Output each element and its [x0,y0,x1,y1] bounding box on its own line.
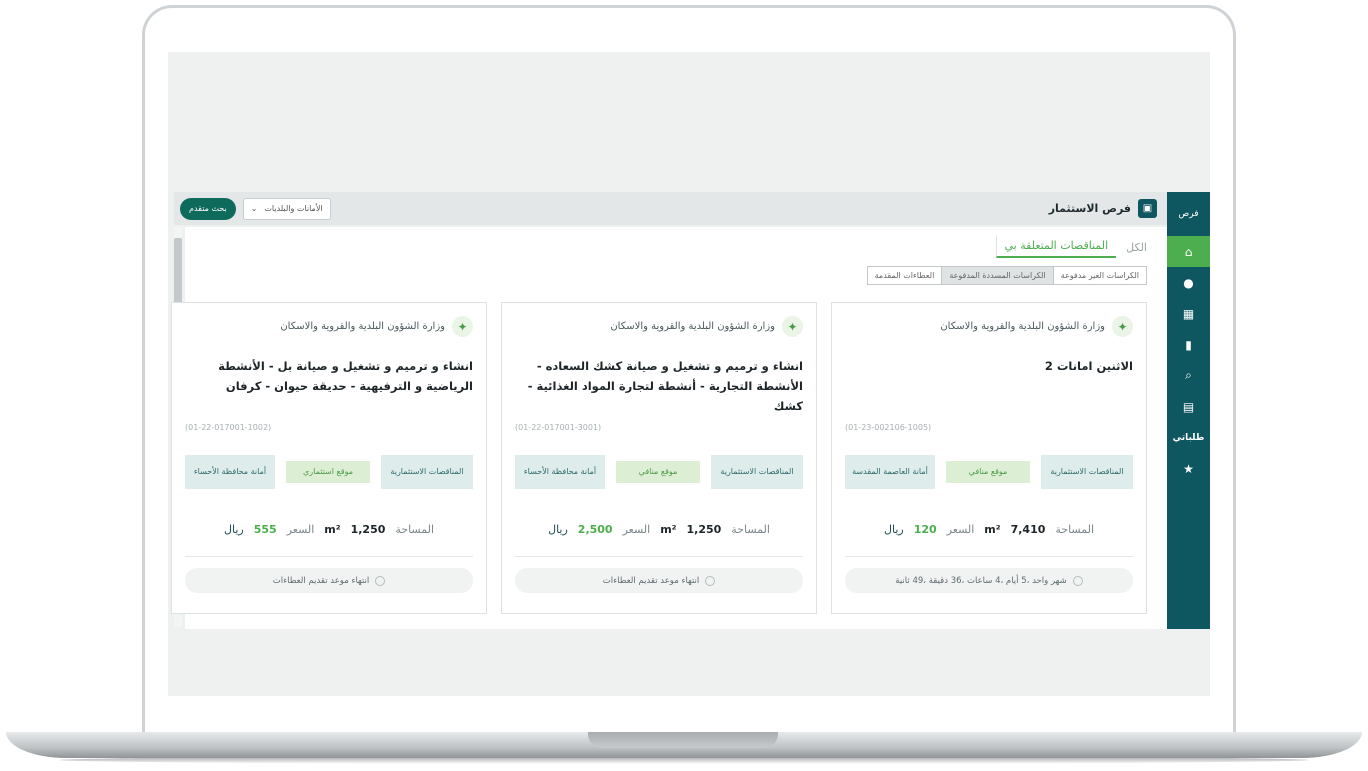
agency-name: وزارة الشؤون البلدية والقروية والاسكان [610,321,775,332]
opportunity-card[interactable]: ✦ وزارة الشؤون البلدية والقروية والاسكان … [831,302,1147,614]
price-value: 555 [253,523,277,536]
deadline-pill: انتهاء موعد تقديم العطاءات [515,568,803,593]
ministry-emblem-icon: ✦ [782,316,803,337]
divider [845,556,1133,557]
card-stats: المساحة 1,250 m² السعر 2,500 ريال [502,523,816,536]
area-label: المساحة [1055,523,1095,536]
clock-icon [1072,575,1083,586]
document-icon: ▤ [1182,399,1195,414]
filter-paid[interactable]: الكراسات المسددة المدفوعة [941,267,1053,284]
search-icon: ⌕ [1185,368,1192,382]
currency: ريال [884,523,904,536]
tag-region: أمانة العاصمة المقدسة [845,455,935,489]
deadline-pill: انتهاء موعد تقديم العطاءات [185,568,473,593]
tag-type: المناقصات الاستثمارية [381,455,473,489]
card-code: (01-22-017001-1002) [185,423,272,432]
currency: ريال [224,523,244,536]
bar-chart-icon: ▮ [1185,337,1192,352]
briefcase-icon: ▣ [1138,199,1157,218]
sidebar-item-favorites[interactable]: ★ [1167,453,1210,484]
area-label: المساحة [395,523,435,536]
sidebar-item-search[interactable]: ⌕ [1167,360,1210,391]
sidebar-item-document[interactable]: ▤ [1167,391,1210,422]
clock-icon [705,575,716,586]
card-title[interactable]: الاثنين امانات 2 [844,356,1133,376]
tab-my-tenders[interactable]: المناقصات المتعلقة بي [995,235,1117,258]
card-code: (01-22-017001-3001) [515,423,602,432]
tag-kind: موقع استثماري [286,461,370,483]
deadline-text: شهر واحد ،5 أيام ،4 ساعات ،36 دقيقة ،49 … [895,575,1067,586]
card-title[interactable]: انشاء و ترميم و تشغيل و صيانة كشك السعاد… [514,356,803,416]
card-stats: المساحة 1,250 m² السعر 555 ريال [172,523,486,536]
logo: فرص [1178,208,1199,219]
sidebar-item-requests[interactable]: طلباتي [1167,422,1210,453]
area-value: 1,250 [350,523,386,536]
tabs: الكل المناقصات المتعلقة بي [995,235,1147,258]
area-unit: m² [324,523,341,536]
opportunity-card[interactable]: ✦ وزارة الشؤون البلدية والقروية والاسكان … [501,302,817,614]
advanced-search-button[interactable]: بحث متقدم [180,197,236,220]
laptop-mockup: فرص ⌂ ● ▦ ▮ ⌕ ▤ طلباتي ★ بحث متقدم ⌄ الأ… [0,0,1368,771]
price-value: 120 [913,523,937,536]
sidebar-item-globe[interactable]: ● [1167,267,1210,298]
opportunity-card[interactable]: ✦ وزارة الشؤون البلدية والقروية والاسكان … [171,302,487,614]
sidebar: فرص ⌂ ● ▦ ▮ ⌕ ▤ طلباتي ★ [1167,192,1210,629]
area-value: 1,250 [686,523,722,536]
deadline-pill: شهر واحد ،5 أيام ،4 ساعات ،36 دقيقة ،49 … [845,568,1133,593]
filter-submitted-bids[interactable]: العطاءات المقدمة [867,267,942,284]
area-unit: m² [660,523,677,536]
laptop-notch [588,732,778,748]
filter-group: الكراسات الغير مدفوعة الكراسات المسددة ا… [866,266,1147,285]
deadline-text: انتهاء موعد تقديم العطاءات [272,575,370,586]
tag-kind: موقع منافي [616,461,700,483]
area-value: 7,410 [1010,523,1046,536]
area-unit: m² [984,523,1001,536]
ministry-emblem-icon: ✦ [1112,316,1133,337]
price-label: السعر [946,523,975,536]
tab-all[interactable]: الكل [1126,237,1147,258]
municipality-dropdown[interactable]: ⌄ الأمانات والبلديات [242,197,331,220]
page-header: بحث متقدم ⌄ الأمانات والبلديات ▣ فرص الا… [174,192,1167,225]
price-value: 2,500 [577,523,613,536]
area-label: المساحة [731,523,770,536]
ministry-emblem-icon: ✦ [452,316,473,337]
filter-unpaid[interactable]: الكراسات الغير مدفوعة [1052,267,1146,284]
content-panel: الكل المناقصات المتعلقة بي الكراسات الغي… [171,227,1167,629]
price-label: السعر [622,523,651,536]
star-icon: ★ [1183,461,1194,476]
page-title: فرص الاستثمار [1048,202,1131,215]
currency: ريال [548,523,568,536]
globe-icon: ● [1183,275,1194,290]
divider [515,556,803,557]
requests-label: طلباتي [1172,432,1205,443]
card-code: (01-23-002106-1005) [845,423,932,432]
price-label: السعر [286,523,315,536]
sidebar-item-home[interactable]: ⌂ [1167,236,1210,267]
tag-kind: موقع منافي [946,461,1030,483]
clock-icon [375,575,386,586]
card-stats: المساحة 7,410 m² السعر 120 ريال [832,523,1146,536]
tag-region: أمانة محافظة الأحساء [515,455,605,489]
tag-type: المناقصات الاستثمارية [1041,455,1133,489]
home-icon: ⌂ [1184,244,1193,259]
agency-name: وزارة الشؤون البلدية والقروية والاسكان [280,321,445,332]
deadline-text: انتهاء موعد تقديم العطاءات [602,575,700,586]
tag-region: أمانة محافظة الأحساء [185,455,275,489]
grid-icon: ▦ [1182,306,1195,321]
app-screen: فرص ⌂ ● ▦ ▮ ⌕ ▤ طلباتي ★ بحث متقدم ⌄ الأ… [168,52,1210,696]
tag-type: المناقصات الاستثمارية [711,455,803,489]
chevron-down-icon: ⌄ [250,204,258,213]
divider [185,556,473,557]
dropdown-value: الأمانات والبلديات [264,204,323,213]
sidebar-item-grid[interactable]: ▦ [1167,298,1210,329]
sidebar-item-chart[interactable]: ▮ [1167,329,1210,360]
card-title[interactable]: انشاء و ترميم و تشغيل و صيانة بل - الأنش… [184,356,473,396]
agency-name: وزارة الشؤون البلدية والقروية والاسكان [940,321,1105,332]
